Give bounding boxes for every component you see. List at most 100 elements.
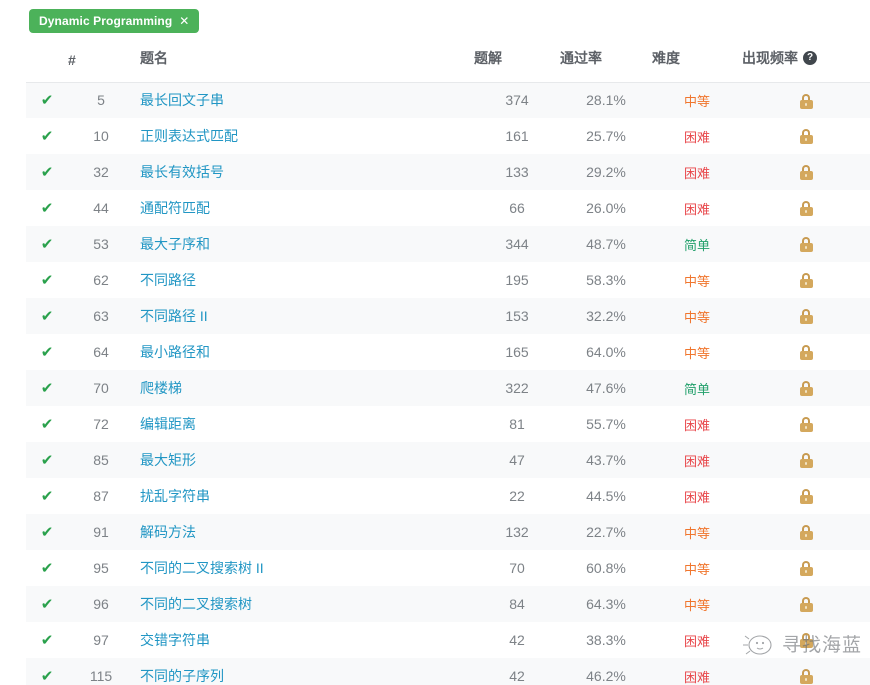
cell-difficulty: 中等 [652,586,742,622]
cell-status: ✔ [26,658,68,685]
table-row[interactable]: ✔ 72 编辑距离 81 55.7% 困难 [26,406,870,442]
table-row[interactable]: ✔ 10 正则表达式匹配 161 25.7% 困难 [26,118,870,154]
difficulty-label: 困难 [683,417,710,433]
lock-icon[interactable] [799,417,813,433]
lock-icon[interactable] [799,237,813,253]
cell-status: ✔ [26,118,68,154]
tag-filter-close-icon[interactable]: ✕ [179,15,189,27]
solutions-count: 70 [509,560,525,576]
problem-title-link[interactable]: 最大子序和 [140,236,210,252]
lock-icon[interactable] [799,273,813,289]
table-row[interactable]: ✔ 64 最小路径和 165 64.0% 中等 [26,334,870,370]
problem-id: 53 [93,236,109,252]
table-row[interactable]: ✔ 96 不同的二叉搜索树 84 64.3% 中等 [26,586,870,622]
cell-problem-id: 5 [68,82,134,118]
cell-problem-title: 不同的二叉搜索树 [134,586,474,622]
table-row[interactable]: ✔ 5 最长回文子串 374 28.1% 中等 [26,82,870,118]
table-row[interactable]: ✔ 32 最长有效括号 133 29.2% 困难 [26,154,870,190]
acceptance-rate: 60.8% [586,560,626,576]
cell-difficulty: 困难 [652,658,742,685]
column-header-frequency[interactable]: 出现频率 ? [742,40,870,83]
table-row[interactable]: ✔ 95 不同的二叉搜索树 II 70 60.8% 中等 [26,550,870,586]
problem-title-link[interactable]: 不同的二叉搜索树 II [140,560,264,576]
table-row[interactable]: ✔ 85 最大矩形 47 43.7% 困难 [26,442,870,478]
table-row[interactable]: ✔ 44 通配符匹配 66 26.0% 困难 [26,190,870,226]
problem-title-link[interactable]: 最小路径和 [140,344,210,360]
cell-problem-title: 扰乱字符串 [134,478,474,514]
tag-filter-dynamic-programming[interactable]: Dynamic Programming ✕ [29,9,200,33]
problem-title-link[interactable]: 不同路径 [140,272,196,288]
table-row[interactable]: ✔ 115 不同的子序列 42 46.2% 困难 [26,658,870,685]
column-header-solutions[interactable]: 题解 [474,40,560,83]
problem-title-link[interactable]: 交错字符串 [140,632,210,648]
cell-solutions-count: 42 [474,622,560,658]
problem-title-link[interactable]: 扰乱字符串 [140,488,210,504]
cell-problem-id: 64 [68,334,134,370]
lock-icon[interactable] [799,597,813,613]
lock-icon[interactable] [799,525,813,541]
cell-frequency [742,190,870,226]
cell-status: ✔ [26,298,68,334]
problem-title-link[interactable]: 最大矩形 [140,452,196,468]
solutions-count: 132 [505,524,529,540]
cell-difficulty: 中等 [652,334,742,370]
cell-frequency [742,550,870,586]
cell-difficulty: 困难 [652,190,742,226]
problem-title-link[interactable]: 正则表达式匹配 [140,128,238,144]
lock-icon[interactable] [799,201,813,217]
cell-difficulty: 简单 [652,370,742,406]
table-header-row: # 题名 题解 通过率 难度 出现频率 ? [26,40,870,83]
table-row[interactable]: ✔ 87 扰乱字符串 22 44.5% 困难 [26,478,870,514]
problem-title-link[interactable]: 解码方法 [140,524,196,540]
lock-icon[interactable] [799,309,813,325]
lock-icon[interactable] [799,633,813,649]
solved-check-icon: ✔ [40,128,54,145]
column-header-acceptance[interactable]: 通过率 [560,40,652,83]
cell-acceptance-rate: 64.0% [560,334,652,370]
help-icon[interactable]: ? [803,50,817,65]
cell-frequency [742,226,870,262]
problem-title-link[interactable]: 最长回文子串 [140,92,224,108]
lock-icon[interactable] [799,453,813,469]
cell-problem-title: 通配符匹配 [134,190,474,226]
acceptance-rate: 44.5% [586,488,626,504]
problem-title-link[interactable]: 最长有效括号 [140,164,224,180]
problem-title-link[interactable]: 爬楼梯 [140,380,182,396]
problem-id: 32 [93,164,109,180]
column-header-id[interactable]: # [68,40,134,83]
table-row[interactable]: ✔ 62 不同路径 195 58.3% 中等 [26,262,870,298]
cell-problem-title: 最长有效括号 [134,154,474,190]
cell-solutions-count: 70 [474,550,560,586]
solutions-count: 133 [505,164,529,180]
column-header-title[interactable]: 题名 [134,40,474,83]
solved-check-icon: ✔ [40,668,54,685]
solutions-count: 66 [509,200,525,216]
lock-icon[interactable] [799,165,813,181]
table-row[interactable]: ✔ 97 交错字符串 42 38.3% 困难 [26,622,870,658]
problem-title-link[interactable]: 不同路径 II [140,308,208,324]
cell-problem-title: 正则表达式匹配 [134,118,474,154]
problem-title-link[interactable]: 不同的子序列 [140,668,224,684]
table-row[interactable]: ✔ 91 解码方法 132 22.7% 中等 [26,514,870,550]
problem-title-link[interactable]: 不同的二叉搜索树 [140,596,252,612]
acceptance-rate: 47.6% [586,380,626,396]
cell-problem-title: 不同的子序列 [134,658,474,685]
table-row[interactable]: ✔ 63 不同路径 II 153 32.2% 中等 [26,298,870,334]
cell-status: ✔ [26,406,68,442]
problem-title-link[interactable]: 编辑距离 [140,416,196,432]
cell-frequency [742,262,870,298]
lock-icon[interactable] [799,669,813,685]
table-row[interactable]: ✔ 70 爬楼梯 322 47.6% 简单 [26,370,870,406]
cell-status: ✔ [26,154,68,190]
table-row[interactable]: ✔ 53 最大子序和 344 48.7% 简单 [26,226,870,262]
lock-icon[interactable] [799,489,813,505]
column-header-difficulty[interactable]: 难度 [652,40,742,83]
lock-icon[interactable] [799,129,813,145]
problem-list-page: Dynamic Programming ✕ # 题名 题解 通过率 难度 出现频… [0,0,870,685]
lock-icon[interactable] [799,561,813,577]
lock-icon[interactable] [799,93,813,109]
cell-problem-title: 最大矩形 [134,442,474,478]
problem-title-link[interactable]: 通配符匹配 [140,200,210,216]
lock-icon[interactable] [799,381,813,397]
lock-icon[interactable] [799,345,813,361]
